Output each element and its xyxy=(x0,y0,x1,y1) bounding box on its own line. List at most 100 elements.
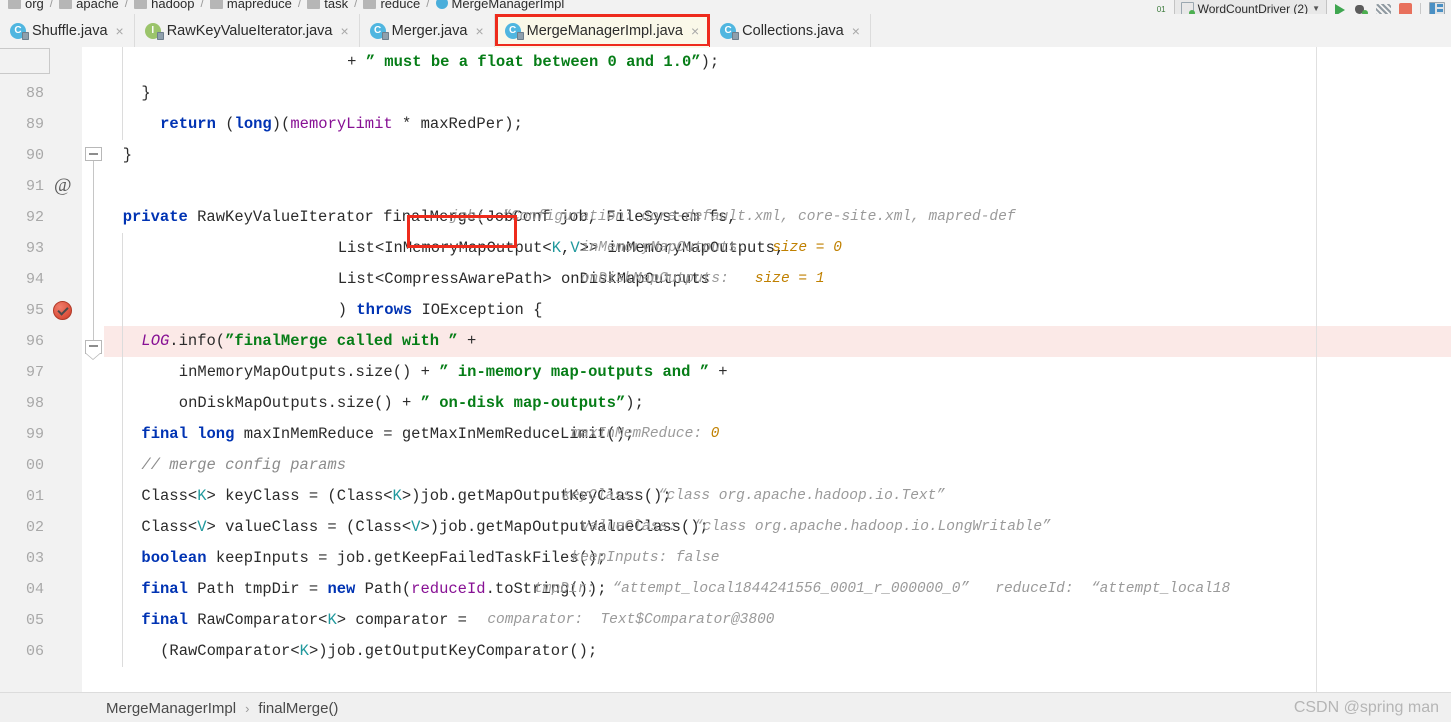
stop-icon xyxy=(1399,3,1412,14)
code-line[interactable]: ) throws IOException { xyxy=(104,295,1451,326)
annotation-at-icon[interactable]: @ xyxy=(54,176,72,196)
gutter-row[interactable] xyxy=(48,605,82,636)
code-token: ); xyxy=(700,53,720,71)
close-icon[interactable]: × xyxy=(340,24,348,38)
gutter-row[interactable] xyxy=(48,419,82,450)
gutter-row[interactable] xyxy=(48,140,82,171)
code-line[interactable] xyxy=(104,171,1451,202)
code-editor[interactable]: 8788899091929394959697989900010203040506… xyxy=(0,47,1451,692)
code-token: private xyxy=(122,208,198,226)
debugger-inline-hint: inMemoryMapOutputs: size = 0 xyxy=(581,233,842,264)
code-token: K xyxy=(392,487,402,505)
code-line[interactable]: List<CompressAwarePath> onDiskMapOutputs… xyxy=(104,264,1451,295)
breadcrumb[interactable]: org / apache / hadoop / mapreduce / task / reduce /… xyxy=(8,0,564,13)
run-configuration-selector[interactable]: WordCountDriver (2) ▼ xyxy=(1173,0,1327,14)
line-number: 94 xyxy=(25,271,44,288)
package-icon xyxy=(209,0,223,9)
code-line[interactable]: // merge config params xyxy=(104,450,1451,481)
breakpoint-hit-icon[interactable] xyxy=(53,301,72,320)
stop-button[interactable] xyxy=(1399,0,1412,14)
gutter-icon-column[interactable]: @ xyxy=(48,47,82,667)
close-icon[interactable]: × xyxy=(852,24,860,38)
code-line[interactable]: } xyxy=(104,140,1451,171)
gutter-row[interactable] xyxy=(48,233,82,264)
debug-button[interactable] xyxy=(1353,0,1368,14)
code-line[interactable]: (RawComparator<K>)job.getOutputKeyCompar… xyxy=(104,636,1451,667)
gutter-row[interactable] xyxy=(48,202,82,233)
editor-gutter[interactable]: 8788899091929394959697989900010203040506… xyxy=(0,47,83,692)
code-token: + xyxy=(709,363,728,381)
code-token: ” must be a float between 0 and 1.0” xyxy=(365,53,701,71)
breadcrumb-item-mapreduce[interactable]: mapreduce xyxy=(209,0,292,11)
fold-collapse-top-icon[interactable] xyxy=(85,147,102,161)
gutter-row[interactable] xyxy=(48,543,82,574)
code-line[interactable]: boolean keepInputs = job.getKeepFailedTa… xyxy=(104,543,1451,574)
breadcrumb-item-org[interactable]: org xyxy=(8,0,44,11)
gutter-row[interactable] xyxy=(48,636,82,667)
close-icon[interactable]: × xyxy=(116,24,124,38)
code-line[interactable]: final long maxInMemReduce = getMaxInMemR… xyxy=(104,419,1451,450)
gutter-row[interactable] xyxy=(48,512,82,543)
gutter-row[interactable] xyxy=(48,450,82,481)
code-line[interactable]: return (long)(memoryLimit * maxRedPer); xyxy=(104,109,1451,140)
line-number: 04 xyxy=(25,581,44,598)
code-line[interactable]: inMemoryMapOutputs.size() + ” in-memory … xyxy=(104,357,1451,388)
gutter-row[interactable] xyxy=(48,109,82,140)
code-line[interactable]: + ” must be a float between 0 and 1.0”); xyxy=(104,47,1451,78)
code-line[interactable]: } xyxy=(104,78,1451,109)
code-line[interactable]: List<InMemoryMapOutput<K,V>> inMemoryMap… xyxy=(104,233,1451,264)
coverage-button[interactable] xyxy=(1376,0,1391,14)
code-line[interactable]: Class<K> keyClass = (Class<K>)job.getMap… xyxy=(104,481,1451,512)
editor-tab-shuffle-java[interactable]: C Shuffle.java × xyxy=(0,14,135,47)
package-icon xyxy=(307,0,321,9)
editor-tab-label: MergeManagerImpl.java xyxy=(526,22,683,39)
breadcrumb-item-apache[interactable]: apache xyxy=(59,0,119,11)
code-token: > keyClass = (Class< xyxy=(206,487,393,505)
editor-tab-merger-java[interactable]: C Merger.java × xyxy=(359,14,495,47)
breadcrumb-item-hadoop[interactable]: hadoop xyxy=(134,0,195,11)
main-toolbar: 01 WordCountDriver (2) ▼ xyxy=(1157,0,1451,14)
gutter-row[interactable] xyxy=(48,481,82,512)
code-line[interactable]: Class<V> valueClass = (Class<V>)job.getM… xyxy=(104,512,1451,543)
code-content[interactable]: + ” must be a float between 0 and 1.0”);… xyxy=(104,47,1451,692)
code-token: K xyxy=(551,239,561,257)
gutter-row[interactable] xyxy=(48,295,82,326)
method-breadcrumb[interactable]: MergeManagerImpl › finalMerge() xyxy=(106,700,338,717)
gutter-row[interactable] xyxy=(48,326,82,357)
code-token: + xyxy=(347,53,366,71)
code-line[interactable]: onDiskMapOutputs.size() + ” on-disk map-… xyxy=(104,388,1451,419)
gutter-row[interactable] xyxy=(48,574,82,605)
gutter-row[interactable] xyxy=(48,47,82,78)
fold-collapse-bottom-icon[interactable] xyxy=(85,340,102,354)
hint-name: onDiskMapOutputs: xyxy=(580,271,755,287)
gutter-row[interactable] xyxy=(48,78,82,109)
code-line[interactable]: LOG.info(”finalMerge called with ” + xyxy=(104,326,1451,357)
editor-tab-mergemanagerimpl-java[interactable]: C MergeManagerImpl.java × xyxy=(494,14,711,48)
coverage-icon xyxy=(1376,4,1391,14)
editor-tab-rawkeyvalueiterator-java[interactable]: I RawKeyValueIterator.java × xyxy=(134,14,360,47)
layout-button[interactable] xyxy=(1429,0,1445,14)
code-line[interactable]: final RawComparator<K> comparator = compa… xyxy=(104,605,1451,636)
breadcrumb-separator: / xyxy=(426,0,430,10)
close-icon[interactable]: × xyxy=(475,24,483,38)
tool-window-stub[interactable] xyxy=(0,48,50,74)
editor-tab-collections-java[interactable]: C Collections.java × xyxy=(710,14,871,47)
gutter-row[interactable]: @ xyxy=(48,171,82,202)
gutter-row[interactable] xyxy=(48,264,82,295)
debugger-inline-hint: onDiskMapOutputs: size = 1 xyxy=(581,264,825,295)
code-token: Path tmpDir = xyxy=(197,580,328,598)
code-token: } xyxy=(122,146,132,164)
status-breadcrumb-item[interactable]: MergeManagerImpl xyxy=(106,700,236,717)
run-button[interactable] xyxy=(1335,0,1345,14)
close-icon[interactable]: × xyxy=(691,24,699,38)
gutter-row[interactable] xyxy=(48,357,82,388)
breadcrumb-item-mergemanagerimpl[interactable]: MergeManagerImpl xyxy=(435,0,564,11)
gutter-row[interactable] xyxy=(48,388,82,419)
breadcrumb-item-task[interactable]: task xyxy=(307,0,348,11)
breadcrumb-item-reduce[interactable]: reduce xyxy=(363,0,420,11)
code-line[interactable]: final Path tmpDir = new Path(reduceId.to… xyxy=(104,574,1451,605)
class-icon xyxy=(435,0,448,9)
code-folding-rail[interactable] xyxy=(82,47,104,692)
status-breadcrumb-item[interactable]: finalMerge() xyxy=(258,700,338,717)
code-line[interactable]: private RawKeyValueIterator finalMerge(J… xyxy=(104,202,1451,233)
